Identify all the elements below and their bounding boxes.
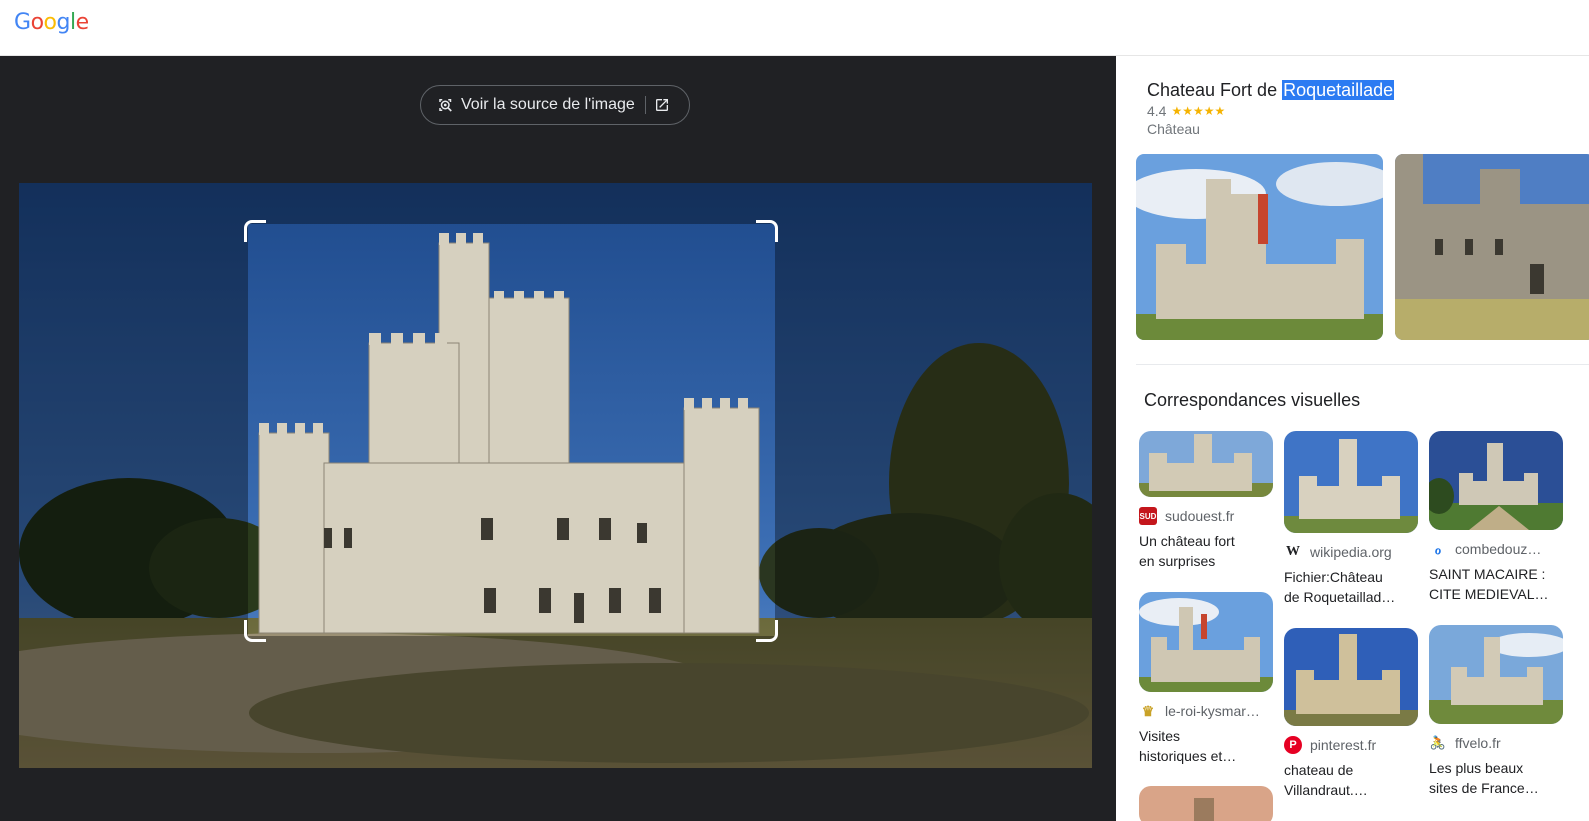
match-source: ℴ combedouz… bbox=[1429, 540, 1563, 558]
entity-type: Château bbox=[1147, 121, 1200, 137]
match-source-label: pinterest.fr bbox=[1310, 737, 1377, 753]
match-thumbnail bbox=[1139, 592, 1273, 692]
rating-stars-icon: ★★★★★ bbox=[1171, 104, 1226, 118]
match-source-label: combedouz… bbox=[1455, 541, 1542, 557]
match-source: W wikipedia.org bbox=[1284, 543, 1418, 561]
match-card[interactable]: ♛ le-roi-kysmar… Visites historiques et… bbox=[1139, 592, 1273, 766]
match-source-label: wikipedia.org bbox=[1310, 544, 1392, 560]
logo-letter: e bbox=[75, 10, 90, 35]
knowledge-title-highlight: Roquetaillade bbox=[1282, 80, 1395, 100]
knowledge-title[interactable]: Chateau Fort de Roquetaillade bbox=[1147, 80, 1395, 101]
knowledge-image[interactable] bbox=[1395, 154, 1589, 340]
match-title: SAINT MACAIRE : CITE MEDIEVAL… bbox=[1429, 566, 1549, 602]
match-source: 🚴 ffvelo.fr bbox=[1429, 734, 1563, 752]
logo-letter: g bbox=[56, 10, 71, 35]
match-card[interactable]: SUD sudouest.fr Un château fort en surpri… bbox=[1139, 431, 1273, 571]
selection-dim-top bbox=[19, 183, 1092, 224]
selection-dim-right bbox=[775, 224, 1092, 636]
crop-handle-top-left[interactable] bbox=[244, 220, 266, 242]
match-thumbnail bbox=[1139, 431, 1273, 497]
rating-value: 4.4 bbox=[1147, 103, 1167, 119]
selection-dim-left bbox=[19, 224, 248, 636]
match-title: Visites historiques et… bbox=[1139, 728, 1237, 764]
crop-handle-bottom-right[interactable] bbox=[756, 620, 778, 642]
match-thumbnail bbox=[1284, 628, 1418, 726]
view-image-source-label: Voir la source de l'image bbox=[461, 96, 635, 113]
logo-letter: o bbox=[30, 10, 44, 35]
section-divider bbox=[1136, 364, 1589, 365]
match-thumbnail bbox=[1284, 431, 1418, 533]
match-card[interactable]: P pinterest.fr chateau de Villandraut.… bbox=[1284, 628, 1418, 800]
view-image-source-button[interactable]: Voir la source de l'image bbox=[420, 85, 690, 125]
match-source: P pinterest.fr bbox=[1284, 736, 1418, 754]
logo-letter: o bbox=[43, 10, 57, 35]
knowledge-image[interactable] bbox=[1136, 154, 1383, 340]
sudouest-favicon-icon: SUD bbox=[1139, 507, 1157, 525]
top-bar: Google bbox=[0, 0, 1589, 56]
match-source-label: ffvelo.fr bbox=[1455, 735, 1501, 751]
searched-image[interactable] bbox=[19, 183, 1092, 768]
image-viewer: Voir la source de l'image bbox=[0, 56, 1116, 821]
match-title: Fichier:Château de Roquetaillad… bbox=[1284, 569, 1396, 605]
match-thumbnail bbox=[1429, 431, 1563, 530]
button-separator bbox=[644, 96, 646, 114]
google-logo[interactable]: Google bbox=[14, 10, 89, 35]
results-panel: Chateau Fort de Roquetaillade 4.4 ★★★★★ … bbox=[1116, 56, 1589, 821]
knowledge-title-prefix: Chateau Fort de bbox=[1147, 80, 1283, 100]
match-card[interactable] bbox=[1139, 786, 1273, 821]
match-source-label: sudouest.fr bbox=[1165, 508, 1235, 524]
match-source: ♛ le-roi-kysmar… bbox=[1139, 702, 1273, 720]
crop-handle-bottom-left[interactable] bbox=[244, 620, 266, 642]
match-title: Un château fort en surprises bbox=[1139, 533, 1235, 569]
selection-dim-bottom bbox=[19, 636, 1092, 768]
open-in-new-icon bbox=[655, 99, 668, 111]
visual-matches-heading: Correspondances visuelles bbox=[1144, 390, 1361, 410]
match-card[interactable]: ℴ combedouz… SAINT MACAIRE : CITE MEDIEVA… bbox=[1429, 431, 1563, 604]
match-title: chateau de Villandraut.… bbox=[1284, 762, 1368, 798]
cyclist-favicon-icon: 🚴 bbox=[1429, 734, 1447, 752]
match-source-label: le-roi-kysmar… bbox=[1165, 703, 1260, 719]
lens-icon bbox=[439, 99, 452, 112]
match-thumbnail bbox=[1139, 786, 1273, 821]
crop-handle-top-right[interactable] bbox=[756, 220, 778, 242]
pinterest-favicon-icon: P bbox=[1284, 736, 1302, 754]
logo-letter: G bbox=[14, 10, 31, 35]
rating-row: 4.4 ★★★★★ bbox=[1147, 103, 1225, 119]
match-card[interactable]: W wikipedia.org Fichier:Château de Roquet… bbox=[1284, 431, 1418, 607]
match-source: SUD sudouest.fr bbox=[1139, 507, 1273, 525]
crown-favicon-icon: ♛ bbox=[1139, 702, 1157, 720]
match-title: Les plus beaux sites de France… bbox=[1429, 760, 1539, 796]
match-thumbnail bbox=[1429, 625, 1563, 724]
match-card[interactable]: 🚴 ffvelo.fr Les plus beaux sites de Franc… bbox=[1429, 625, 1563, 798]
combedouzou-favicon-icon: ℴ bbox=[1429, 540, 1447, 558]
wikipedia-favicon-icon: W bbox=[1284, 543, 1302, 561]
